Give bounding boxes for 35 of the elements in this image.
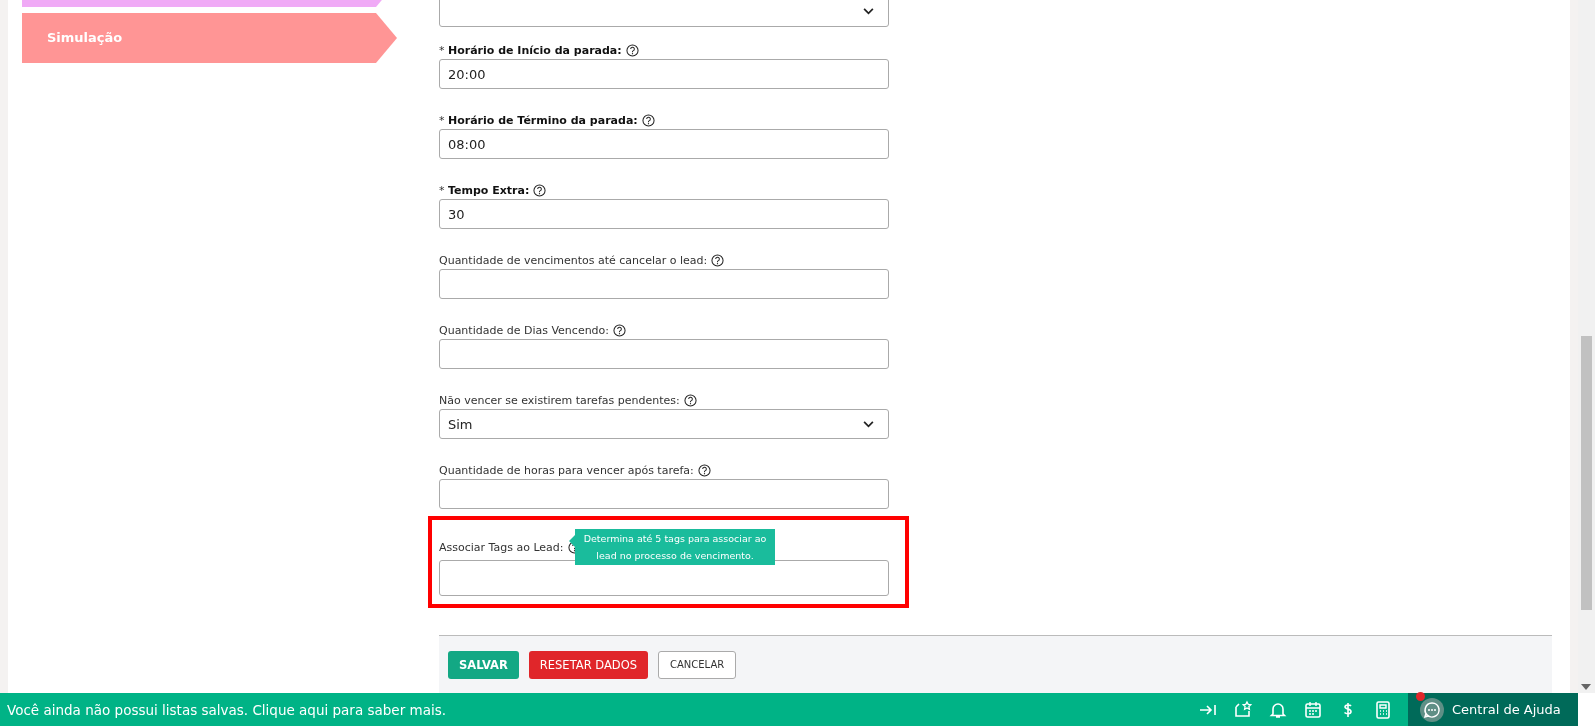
field-label: Quantidade de vencimentos até cancelar o lead:	[439, 254, 708, 267]
chat-bubble-icon	[1420, 697, 1444, 722]
input-field[interactable]	[439, 479, 889, 509]
field-label: *Horário de Término da parada:	[439, 114, 638, 127]
chevron-down-icon	[863, 8, 874, 15]
input-field[interactable]	[439, 269, 889, 299]
field-label: Não vencer se existirem tarefas pendentes:	[439, 394, 680, 407]
help-icon[interactable]	[533, 184, 547, 197]
help-center-button[interactable]: Central de Ajuda	[1408, 693, 1578, 726]
help-icon[interactable]	[683, 394, 697, 407]
chevron-down-icon	[863, 420, 874, 428]
input-field[interactable]: 20:00	[439, 59, 889, 89]
help-icon[interactable]	[697, 464, 711, 477]
select-field[interactable]	[439, 0, 889, 27]
select-field[interactable]: Sim	[439, 409, 889, 439]
field-label: Quantidade de Dias Vencendo:	[439, 324, 610, 337]
help-icon[interactable]	[711, 254, 725, 267]
field-label: *Tempo Extra:	[439, 184, 530, 197]
reset-button[interactable]: RESETAR DADOS	[528, 650, 648, 679]
field-label: *Horário de Início da parada:	[439, 44, 622, 57]
calculator-icon[interactable]	[1373, 699, 1393, 720]
help-icon[interactable]	[625, 44, 639, 57]
input-field[interactable]	[439, 560, 889, 596]
input-field[interactable]: 30	[439, 199, 889, 229]
help-icon[interactable]	[613, 324, 627, 337]
cancel-button[interactable]: CANCELAR	[658, 650, 737, 679]
field-label: Quantidade de horas para vencer após tarefa:	[439, 464, 694, 477]
scrollbar-thumb[interactable]	[1581, 336, 1592, 610]
scroll-down-icon[interactable]	[1581, 684, 1591, 690]
help-icon[interactable]	[641, 114, 655, 127]
field-label: Associar Tags ao Lead:	[439, 541, 564, 554]
scrollbar[interactable]	[1578, 0, 1595, 693]
input-field[interactable]: 08:00	[439, 129, 889, 159]
input-field[interactable]	[439, 339, 889, 369]
calendar-icon[interactable]	[1303, 699, 1323, 720]
